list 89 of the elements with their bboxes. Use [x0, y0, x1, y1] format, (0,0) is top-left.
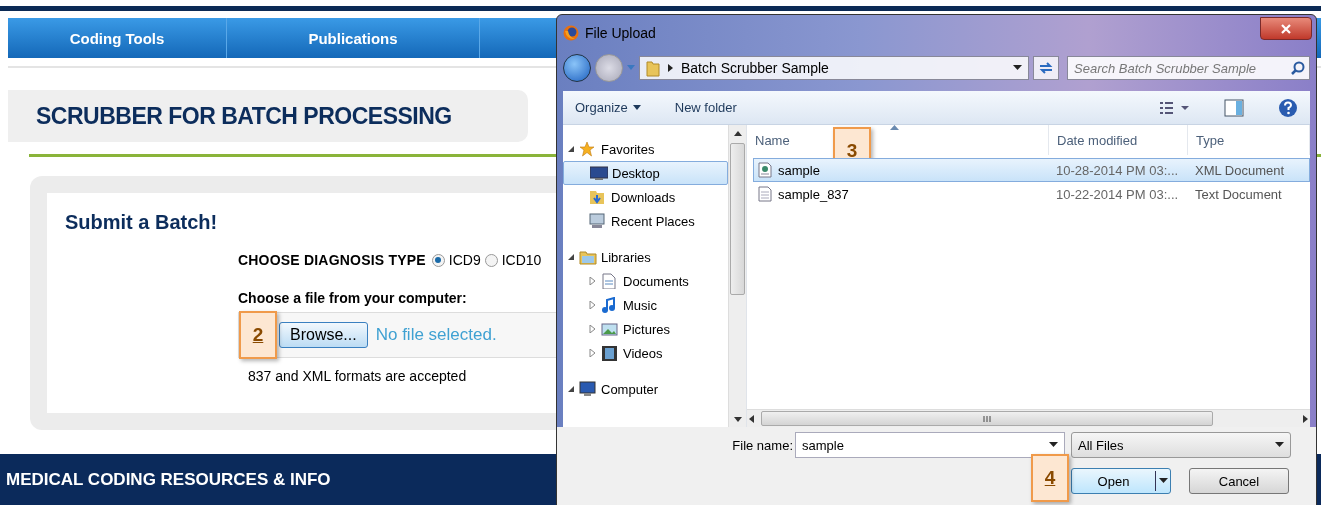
file-type-dropdown[interactable]: All Files [1071, 432, 1291, 458]
file-type: Text Document [1195, 186, 1282, 202]
pictures-icon [601, 321, 619, 337]
grip-icon [983, 415, 991, 422]
step-callout: 4 [1031, 454, 1069, 502]
radio-label: ICD9 [448, 252, 481, 268]
dialog-title: File Upload [585, 25, 656, 41]
tree-item[interactable]: Music [563, 293, 728, 317]
refresh-icon [1038, 61, 1054, 75]
format-note: 837 and XML formats are accepted [248, 368, 467, 384]
collapsed-icon [589, 301, 597, 309]
vertical-scrollbar[interactable] [728, 125, 746, 427]
up-arrow-icon [733, 130, 742, 136]
toolbar-button[interactable]: New folder [674, 100, 737, 115]
browser-icon [563, 25, 579, 41]
caret-icon [1049, 442, 1058, 448]
chevron-icon [668, 64, 673, 72]
radio-button[interactable] [484, 253, 498, 267]
file-date: 10-28-2014 PM 03:... [1055, 162, 1180, 178]
tree-item[interactable]: Recent Places [563, 209, 728, 233]
file-name-label: File name: [731, 437, 793, 453]
xml-file-icon [758, 162, 772, 178]
expanded-icon [567, 385, 575, 393]
organize-menu[interactable]: Organize [575, 100, 641, 115]
collapsed-icon [589, 349, 597, 357]
browse-button[interactable]: Browse... [279, 322, 368, 348]
caret-icon [1013, 65, 1022, 71]
libraries-icon [579, 249, 597, 265]
file-row[interactable]: sample_837 10-22-2014 PM 03:... Text Document [753, 182, 1310, 206]
tree-item[interactable]: Desktop [563, 161, 728, 185]
page-title: SCRUBBER FOR BATCH PROCESSING [36, 102, 452, 130]
collapsed-icon [589, 277, 597, 285]
tree-item[interactable]: Computer [563, 377, 728, 401]
diagnosis-label: CHOOSE DIAGNOSIS TYPE [238, 252, 426, 268]
search-icon [1291, 61, 1305, 75]
caret-icon [627, 65, 635, 71]
tree-item[interactable]: Favorites [563, 137, 728, 161]
column-header[interactable]: Date modified [1049, 125, 1188, 155]
nav-tab[interactable]: Publications [227, 18, 480, 58]
file-status: No file selected. [375, 325, 497, 345]
forward-button[interactable] [595, 54, 623, 82]
down-arrow-icon [733, 416, 742, 422]
file-row[interactable]: sample 10-28-2014 PM 03:... XML Document [753, 158, 1310, 182]
desktop-icon [590, 165, 608, 181]
view-list-icon [1160, 100, 1190, 115]
address-bar[interactable]: Batch Scrubber Sample [639, 56, 1029, 80]
folder-icon [646, 59, 660, 77]
horizontal-scrollbar[interactable] [747, 409, 1310, 427]
downloads-icon [589, 189, 607, 205]
close-icon [1281, 23, 1291, 34]
cancel-button[interactable]: Cancel [1189, 468, 1289, 494]
step-callout: 2 [239, 311, 277, 359]
documents-icon [601, 273, 619, 289]
file-type: XML Document [1195, 162, 1285, 178]
file-date: 10-22-2014 PM 03:... [1055, 186, 1180, 202]
search-field[interactable]: Search Batch Scrubber Sample [1067, 56, 1310, 80]
preview-pane-icon [1224, 98, 1244, 117]
expanded-icon [567, 253, 575, 261]
tree-item[interactable]: Downloads [563, 185, 728, 209]
favorites-icon [579, 141, 597, 157]
radio-button[interactable] [431, 253, 445, 267]
right-arrow-icon [1300, 414, 1310, 423]
open-button[interactable]: Open [1071, 468, 1171, 494]
collapsed-icon [589, 325, 597, 333]
computer-icon [579, 381, 597, 397]
nav-tab[interactable]: Coding Tools [8, 18, 227, 58]
close-button[interactable] [1260, 17, 1312, 40]
help-icon [1278, 97, 1298, 118]
videos-icon [601, 345, 619, 361]
file-name: sample_837 [778, 186, 849, 202]
file-name: sample [778, 162, 820, 178]
tree-item[interactable]: Documents [563, 269, 728, 293]
radio-label: ICD10 [501, 252, 542, 268]
file-name-field[interactable]: sample [795, 432, 1065, 458]
sort-arrow-icon [890, 125, 899, 130]
breadcrumb-item[interactable]: Batch Scrubber Sample [681, 60, 829, 76]
tree-item[interactable]: Libraries [563, 245, 728, 269]
caret-icon [632, 105, 641, 110]
tree-item[interactable]: Videos [563, 341, 728, 365]
tree-item[interactable]: Pictures [563, 317, 728, 341]
caret-icon [1158, 478, 1168, 484]
text-file-icon [758, 186, 772, 202]
refresh-button[interactable] [1033, 56, 1059, 80]
file-label: Choose a file from your computer: [238, 290, 467, 306]
caret-icon [1275, 442, 1284, 448]
form-heading: Submit a Batch! [65, 211, 218, 234]
back-button[interactable] [563, 54, 591, 82]
left-arrow-icon [747, 414, 757, 423]
column-header[interactable]: Type [1188, 125, 1310, 155]
